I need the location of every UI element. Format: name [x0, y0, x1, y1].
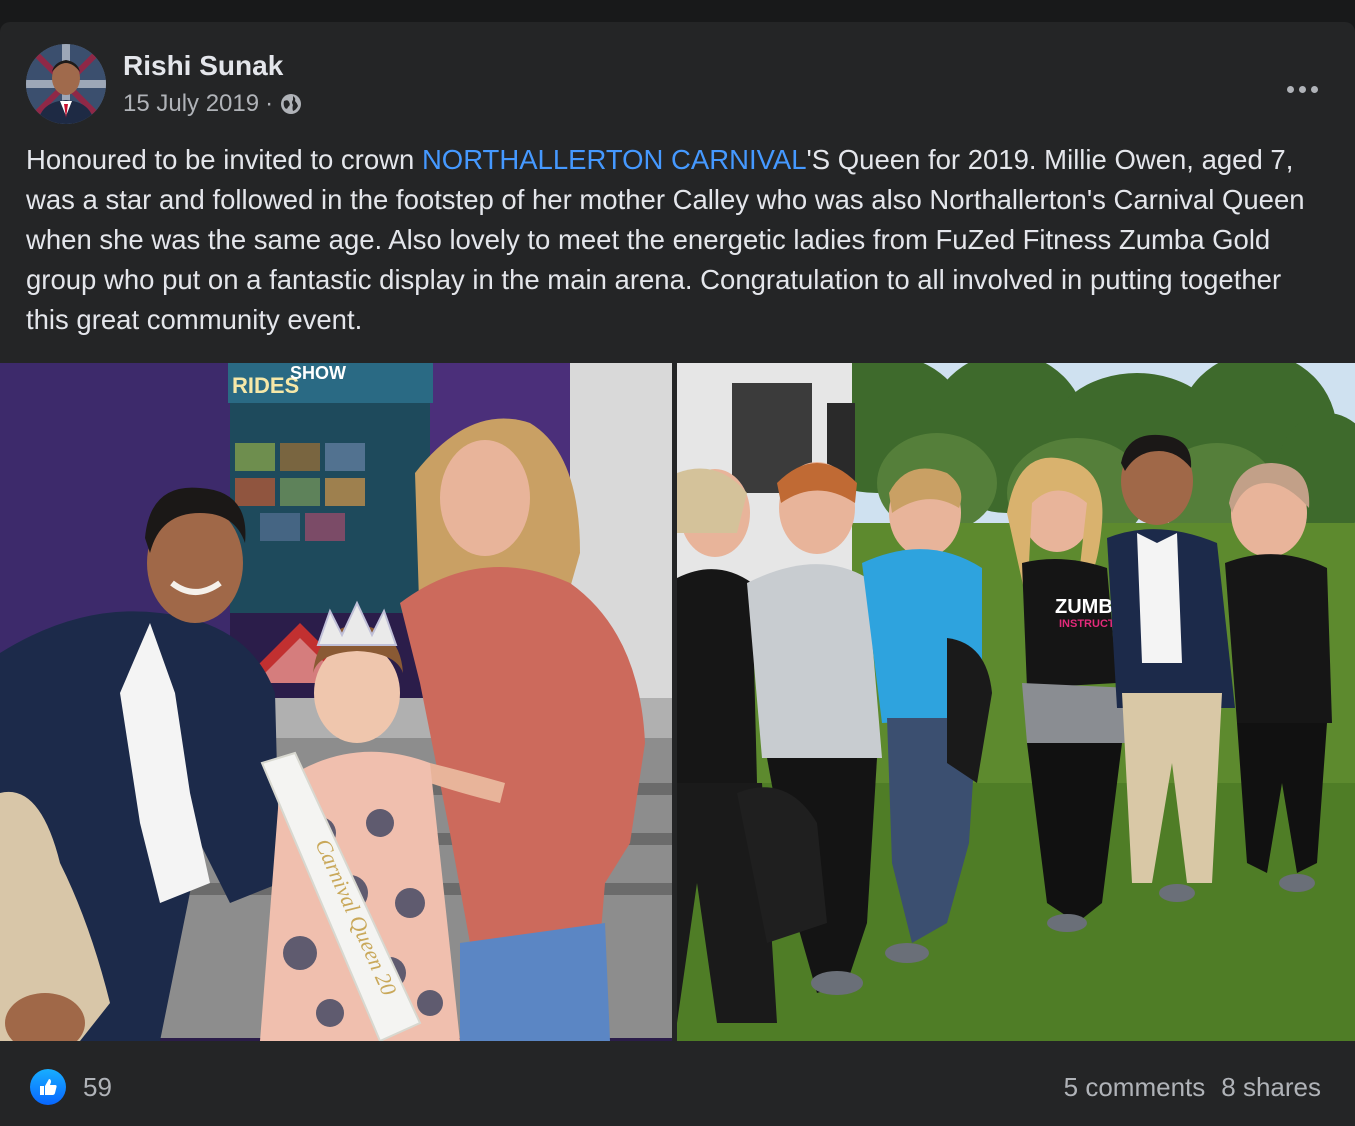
facebook-post: Rishi Sunak 15 July 2019 · Honoured to b…	[0, 22, 1355, 1126]
author-avatar[interactable]	[26, 44, 106, 124]
like-count[interactable]: 59	[83, 1072, 112, 1103]
post-header: Rishi Sunak 15 July 2019 ·	[26, 44, 1326, 126]
meta-separator: ·	[265, 90, 274, 117]
shares-count[interactable]: 8 shares	[1221, 1072, 1321, 1103]
globe-icon[interactable]	[279, 92, 303, 116]
post-text-part-1: Honoured to be invited to crown	[26, 144, 422, 175]
comments-count[interactable]: 5 comments	[1064, 1072, 1206, 1103]
dot-icon	[1310, 85, 1318, 93]
dot-icon	[1286, 85, 1294, 93]
more-options-button[interactable]	[1278, 74, 1326, 104]
banner-show-text: SHOW	[290, 363, 346, 383]
northallerton-carnival-link[interactable]: NORTHALLERTON CARNIVAL	[422, 144, 807, 175]
author-name[interactable]: Rishi Sunak	[123, 50, 283, 82]
photo-zumba-group[interactable]: ZUMBA INSTRUCTOR	[677, 363, 1355, 1041]
post-date[interactable]: 15 July 2019	[123, 90, 259, 118]
post-text: Honoured to be invited to crown NORTHALL…	[26, 140, 1331, 340]
post-meta: 15 July 2019 ·	[123, 90, 303, 118]
like-icon[interactable]	[30, 1069, 66, 1105]
photo-grid: RIDES SHOW Carnival Queen 20 ZUMBA INSTR…	[0, 363, 1355, 1041]
post-stats: 5 comments 8 shares	[1064, 1072, 1321, 1103]
dot-icon	[1298, 85, 1306, 93]
photo-carnival-queen[interactable]: RIDES SHOW Carnival Queen 20	[0, 363, 672, 1041]
post-footer: 59 5 comments 8 shares	[0, 1041, 1355, 1126]
